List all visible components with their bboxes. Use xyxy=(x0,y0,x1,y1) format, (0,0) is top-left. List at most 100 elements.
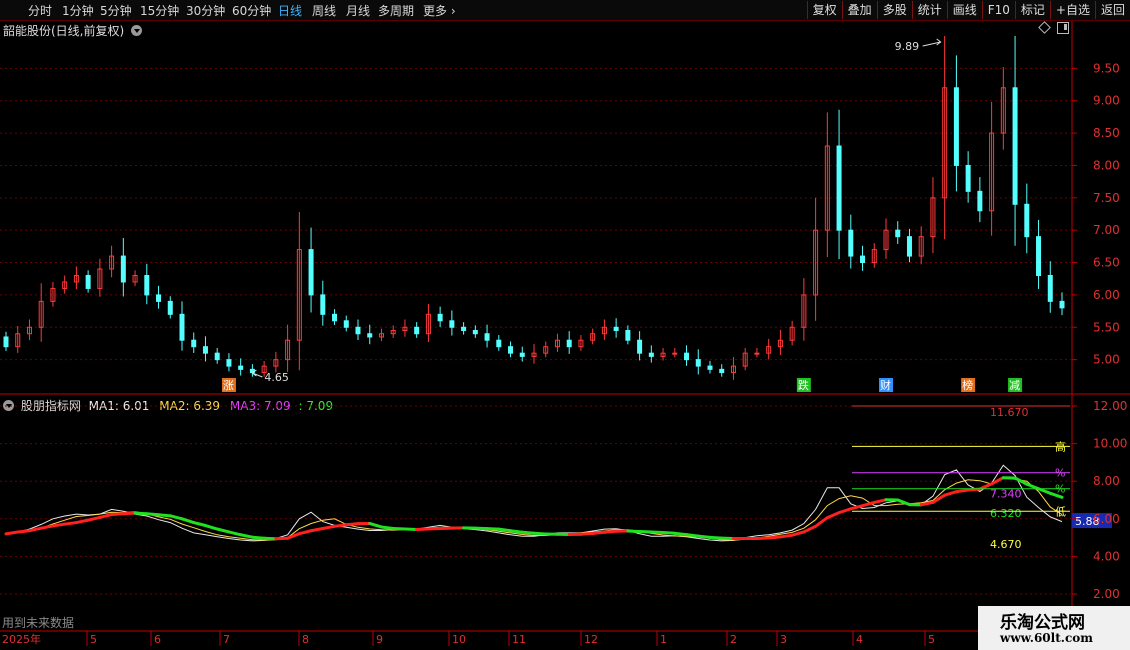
year-label: 2025年 xyxy=(2,632,41,646)
candle-body xyxy=(414,326,420,335)
ma3-segment xyxy=(943,490,958,497)
candle-body xyxy=(120,255,126,283)
candle-body xyxy=(754,352,760,355)
ma3-segment xyxy=(626,529,642,534)
candle-body xyxy=(461,326,467,332)
candle-body xyxy=(836,145,842,231)
price-tick-label: 5.00 xyxy=(1093,353,1120,367)
level-value: 7.340 xyxy=(990,488,1022,501)
candle-body xyxy=(367,333,373,338)
ma3-segment xyxy=(861,500,876,508)
price-tick-label: 9.00 xyxy=(1093,94,1120,108)
level-tag: % xyxy=(1055,467,1065,480)
signal-text: 榜 xyxy=(962,378,973,392)
ma3-segment xyxy=(121,511,137,516)
month-label: 8 xyxy=(302,633,309,646)
ma3-segment xyxy=(145,512,161,517)
candle-body xyxy=(672,352,678,355)
ma3-segment xyxy=(872,498,888,504)
candle-body xyxy=(437,313,443,322)
candle-body xyxy=(648,352,654,357)
ma3-segment xyxy=(473,526,489,531)
signal-text: 涨 xyxy=(223,379,234,392)
ma3-segment xyxy=(16,529,31,534)
logo-title: 乐淘公式网 xyxy=(1000,613,1085,633)
month-label: 3 xyxy=(780,633,787,646)
month-label: 2 xyxy=(730,633,737,646)
candle-body xyxy=(3,336,9,348)
ma3-segment xyxy=(368,522,383,529)
ma3-segment xyxy=(685,533,700,538)
price-tick-label: 8.00 xyxy=(1093,158,1120,172)
ma3-segment xyxy=(63,521,78,526)
indicator-tick-label: 10.00 xyxy=(1093,437,1127,451)
level-tag: 高 xyxy=(1055,439,1066,453)
candle-body xyxy=(144,274,150,296)
ma3-segment xyxy=(778,533,794,539)
ma3-segment xyxy=(520,530,536,535)
indicator-tick-label: 4.00 xyxy=(1093,549,1120,563)
ma3-segment xyxy=(133,511,149,516)
ma3-segment xyxy=(1025,482,1041,491)
level-tag: 低 xyxy=(1055,505,1066,518)
candle-body xyxy=(860,255,866,264)
ma3-segment xyxy=(602,529,618,534)
ma3-segment xyxy=(239,533,254,539)
ma3-segment xyxy=(39,524,55,530)
candle-body xyxy=(449,320,455,328)
candle-body xyxy=(484,333,490,341)
level-value: 11.670 xyxy=(990,406,1029,419)
ma3-segment xyxy=(649,530,665,534)
ma3-segment xyxy=(110,512,125,517)
month-label: 1 xyxy=(660,633,667,646)
candle-body xyxy=(1012,87,1018,205)
candle-body xyxy=(1024,203,1030,238)
ma3-segment xyxy=(673,531,689,537)
ma3-segment xyxy=(426,526,442,531)
candle-body xyxy=(156,294,162,302)
candle-body xyxy=(508,346,514,354)
candle-body xyxy=(977,190,983,212)
ma3-segment xyxy=(250,535,266,540)
ma3-segment xyxy=(849,504,865,511)
candle-body xyxy=(214,352,220,361)
ma3-segment xyxy=(4,530,20,536)
indicator-tick-label: 6.00 xyxy=(1093,512,1120,526)
candle-body xyxy=(226,359,232,367)
ma3-segment xyxy=(180,517,196,525)
ma3-segment xyxy=(309,526,325,533)
candle-body xyxy=(906,236,912,257)
ma3-segment xyxy=(227,530,243,537)
ma3-segment xyxy=(708,535,724,540)
ma3-segment xyxy=(333,523,348,528)
price-tick-label: 8.50 xyxy=(1093,126,1120,140)
high-arrow xyxy=(922,38,942,47)
ma3-segment xyxy=(403,527,419,532)
candle-body xyxy=(613,326,619,332)
ma3-segment xyxy=(74,518,90,525)
candle-body xyxy=(625,330,631,341)
ma3-segment xyxy=(51,522,67,528)
candle-body xyxy=(953,87,959,166)
price-tick-label: 7.00 xyxy=(1093,223,1120,237)
ma3-segment xyxy=(696,534,712,539)
month-label: 7 xyxy=(223,633,230,646)
month-label: 6 xyxy=(154,633,161,646)
ma3-segment xyxy=(286,532,301,540)
price-tick-label: 6.50 xyxy=(1093,256,1120,270)
candle-body xyxy=(332,313,338,322)
candle-body xyxy=(719,368,725,374)
ma3-segment xyxy=(157,513,172,518)
candle-body xyxy=(320,294,326,315)
candle-body xyxy=(1047,274,1053,302)
candle-body xyxy=(472,330,478,335)
ma3-segment xyxy=(274,536,290,541)
stock-chart[interactable]: 9.89 4.65 涨 跌 财 榜 减 11.670 高%% 7.340 6.320 低 4.670 5… xyxy=(0,0,1130,650)
ma2-line xyxy=(5,477,1063,541)
month-label: 11 xyxy=(512,633,526,646)
candle-body xyxy=(343,320,349,328)
candle-body xyxy=(308,249,314,296)
ma3-segment xyxy=(98,513,114,519)
indicator-tick-label: 2.00 xyxy=(1093,587,1120,601)
signal-text: 跌 xyxy=(798,378,809,392)
